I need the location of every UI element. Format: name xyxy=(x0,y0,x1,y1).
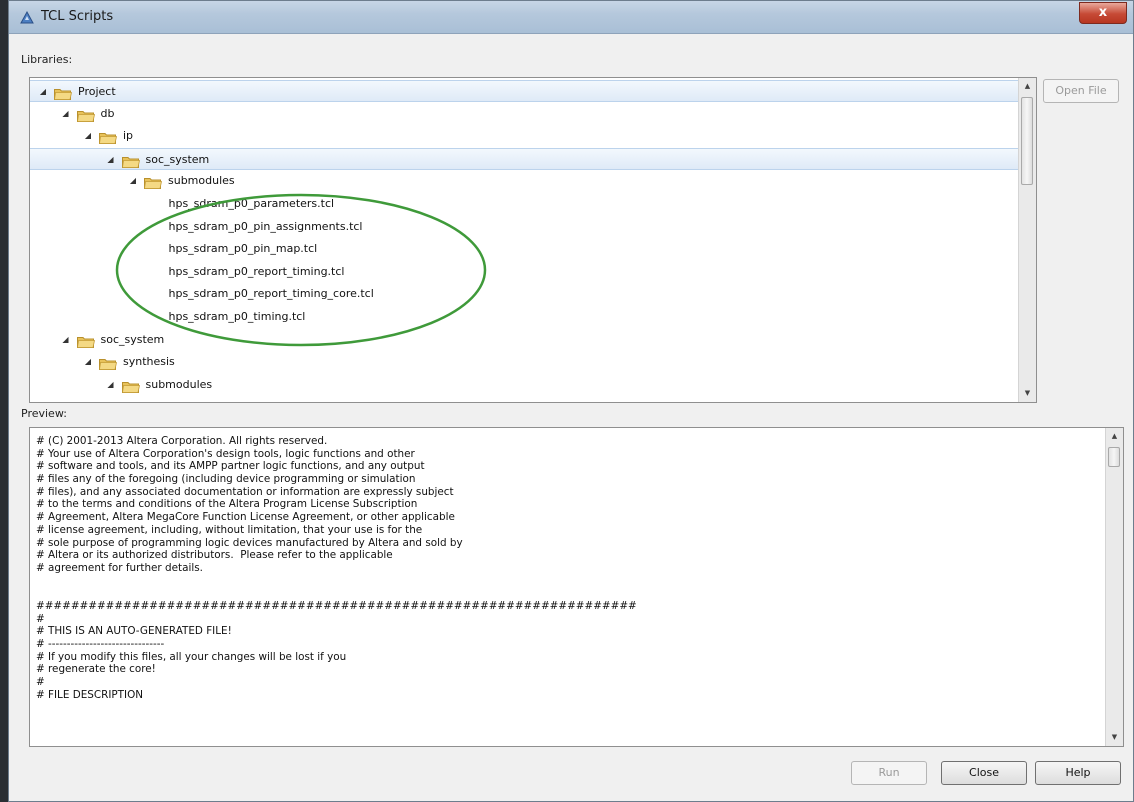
preview-line: # agreement for further details. xyxy=(36,561,203,574)
preview-line: # THIS IS AN AUTO-GENERATED FILE! xyxy=(36,625,232,638)
open-file-button[interactable]: Open File xyxy=(1043,79,1119,103)
expand-arrow-icon[interactable]: ◢ xyxy=(83,351,93,373)
preview-line: # FILE DESCRIPTION xyxy=(36,688,144,701)
title-bar[interactable]: TCL Scripts x xyxy=(9,1,1133,34)
expand-arrow-icon[interactable]: ◢ xyxy=(61,103,71,125)
tree-item-label: synthesis xyxy=(123,355,175,369)
preview-line: # Altera or its authorized distributors.… xyxy=(36,549,393,562)
preview-scrollbar[interactable]: ▲ ▼ xyxy=(1105,428,1123,746)
tree-item-label: soc_system xyxy=(145,152,210,166)
folder-icon xyxy=(99,130,117,145)
tree-folder-row[interactable]: ◢ soc_system xyxy=(30,329,1018,351)
tree-item-label: db xyxy=(100,106,115,120)
preview-line: # Agreement, Altera MegaCore Function Li… xyxy=(36,511,455,524)
folder-icon xyxy=(76,108,95,122)
tree-item-label: hps_sdram_p0_pin_assignments.tcl xyxy=(168,219,363,233)
expand-arrow-icon[interactable]: ◢ xyxy=(106,374,116,396)
folder-icon xyxy=(99,356,117,371)
tree-item-label: hps_sdram_p0_pin_map.tcl xyxy=(168,242,318,256)
preview-content: # (C) 2001-2013 Altera Corporation. All … xyxy=(36,435,1101,701)
libraries-scrollbar[interactable]: ▲ ▼ xyxy=(1018,78,1036,402)
folder-icon xyxy=(144,175,162,190)
tcl-app-icon xyxy=(20,10,34,24)
preview-line xyxy=(36,575,1101,588)
preview-line: # regenerate the core! xyxy=(36,663,156,676)
preview-line: ########################################… xyxy=(36,599,637,612)
preview-line: # If you modify this files, all your cha… xyxy=(36,650,347,663)
tree-file-row[interactable]: hps_sdram_p0_report_timing.tcl xyxy=(30,261,1018,283)
preview-line: # xyxy=(36,676,45,689)
preview-line: # files any of the foregoing (including … xyxy=(36,473,416,486)
tree-folder-row[interactable]: ◢ ip xyxy=(30,125,1018,147)
preview-line: # Your use of Altera Corporation's desig… xyxy=(36,447,415,460)
expand-arrow-icon[interactable]: ◢ xyxy=(128,170,138,192)
preview-line: # files), and any associated documentati… xyxy=(36,485,454,498)
expand-arrow-icon[interactable]: ◢ xyxy=(83,125,93,147)
expand-arrow-icon[interactable]: ◢ xyxy=(61,329,71,351)
scroll-down-icon[interactable]: ▼ xyxy=(1106,729,1123,746)
libraries-tree[interactable]: ◢ Project ◢ db ◢ ip ◢ soc_system ◢ submodules hps_… xyxy=(29,77,1037,403)
scroll-up-icon[interactable]: ▲ xyxy=(1106,428,1123,445)
preview-line xyxy=(36,587,1101,600)
expand-arrow-icon[interactable]: ◢ xyxy=(106,149,116,171)
tree-item-label: hps_sdram_p0_parameters.tcl xyxy=(168,197,335,210)
scroll-thumb[interactable] xyxy=(1108,447,1120,467)
tree-file-row[interactable]: hps_sdram_p0_report_timing_core.tcl xyxy=(30,283,1018,305)
close-icon: x xyxy=(1098,5,1108,20)
tree-folder-row[interactable]: ◢ submodules xyxy=(30,170,1018,192)
preview-line: # xyxy=(36,612,45,625)
tree-item-label: soc_system xyxy=(100,332,165,346)
libraries-label: Libraries: xyxy=(21,53,73,66)
tree-file-row[interactable]: hps_sdram_p0_parameters.tcl xyxy=(30,193,1018,215)
folder-icon xyxy=(121,379,140,393)
expand-arrow-icon[interactable]: ◢ xyxy=(38,81,48,103)
preview-line: # ------------------------------- xyxy=(36,638,165,650)
close-window-button[interactable]: x xyxy=(1079,2,1127,24)
preview-line: # software and tools, and its AMPP partn… xyxy=(36,460,425,473)
tree-folder-row[interactable]: ◢ Project xyxy=(30,80,1018,102)
tree-item-label: hps_sdram_p0_report_timing.tcl xyxy=(168,264,345,278)
preview-line: # sole purpose of programming logic devi… xyxy=(36,536,463,549)
tree-folder-row[interactable]: ◢ db xyxy=(30,103,1018,125)
tree-file-row[interactable]: hps_sdram_p0_pin_map.tcl xyxy=(30,238,1018,260)
folder-icon xyxy=(76,334,95,348)
tree-file-row[interactable]: hps_sdram_p0_timing.tcl xyxy=(30,306,1018,328)
tree-file-row[interactable]: hps_sdram_p0_pin_assignments.tcl xyxy=(30,216,1018,238)
scroll-down-icon[interactable]: ▼ xyxy=(1019,385,1036,402)
tree-item-label: ip xyxy=(123,129,134,143)
close-button[interactable]: Close xyxy=(941,761,1027,785)
help-button[interactable]: Help xyxy=(1035,761,1121,785)
folder-icon xyxy=(54,86,72,100)
tree-item-label: hps_sdram_p0_timing.tcl xyxy=(168,310,306,323)
window-title: TCL Scripts xyxy=(41,9,114,24)
scroll-up-icon[interactable]: ▲ xyxy=(1019,78,1036,95)
preview-line: # (C) 2001-2013 Altera Corporation. All … xyxy=(36,435,328,447)
tree-folder-row[interactable]: ◢ soc_system xyxy=(30,147,1018,171)
tree-item-label: hps_sdram_p0_report_timing_core.tcl xyxy=(168,287,374,301)
tree-folder-row[interactable]: ◢ synthesis xyxy=(30,351,1018,373)
tree-folder-row[interactable]: ◢ submodules xyxy=(30,374,1018,396)
tcl-scripts-dialog: TCL Scripts x Libraries: ◢ Project ◢ db ◢ ip ◢… xyxy=(8,0,1134,802)
tree-item-label: submodules xyxy=(145,377,213,391)
preview-line: # license agreement, including, without … xyxy=(36,523,423,536)
folder-icon xyxy=(121,154,140,168)
preview-label: Preview: xyxy=(21,407,67,420)
preview-line: # to the terms and conditions of the Alt… xyxy=(36,498,418,511)
tree-item-label: submodules xyxy=(168,174,235,188)
tree-item-label: Project xyxy=(78,85,116,98)
scroll-thumb[interactable] xyxy=(1021,97,1033,185)
preview-text-area[interactable]: # (C) 2001-2013 Altera Corporation. All … xyxy=(29,427,1124,747)
run-button[interactable]: Run xyxy=(851,761,927,785)
